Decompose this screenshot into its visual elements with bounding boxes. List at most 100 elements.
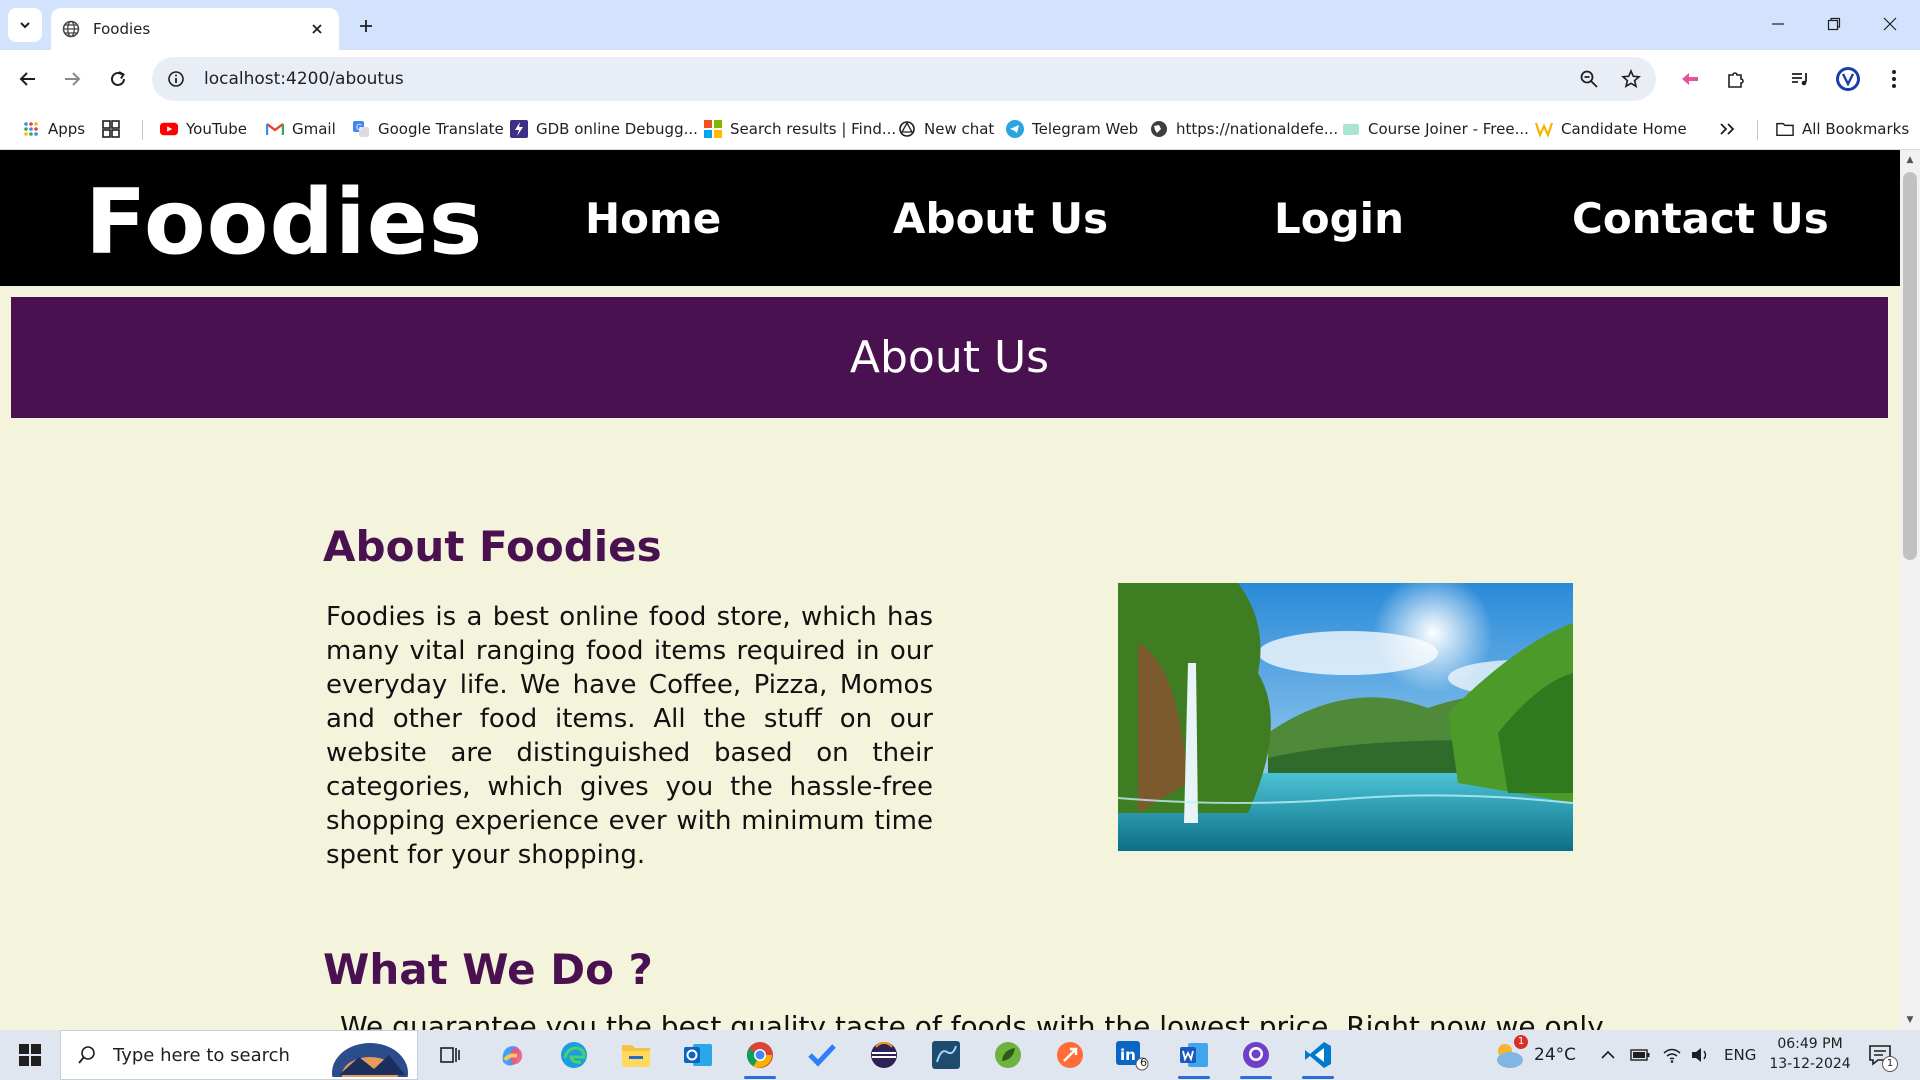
bookmark-label: Telegram Web xyxy=(1032,120,1139,138)
tab-groups-button[interactable] xyxy=(102,116,128,142)
weather-widget[interactable]: 1 24°C xyxy=(1492,1030,1576,1080)
taskbar-github-desktop[interactable] xyxy=(1232,1035,1280,1079)
bookmark-label: Course Joiner - Free... xyxy=(1368,120,1529,138)
gdb-icon xyxy=(510,120,528,138)
waterfall-image xyxy=(1118,583,1573,851)
wifi-indicator[interactable] xyxy=(1662,1030,1682,1080)
scroll-up-arrow-icon[interactable]: ▲ xyxy=(1904,154,1916,166)
copilot-icon xyxy=(502,1046,523,1066)
tab-title: Foodies xyxy=(93,20,151,38)
system-clock[interactable]: 06:49 PM 13-12-2024 xyxy=(1762,1034,1858,1074)
bookmark-google-translate[interactable]: G Google Translate xyxy=(352,116,504,142)
folder-icon xyxy=(1776,120,1794,138)
bookmark-youtube[interactable]: YouTube xyxy=(160,116,247,142)
browser-toolbar: localhost:4200/aboutus xyxy=(0,50,1920,108)
taskbar-search-box[interactable]: Type here to search xyxy=(60,1030,418,1080)
minimize-button[interactable] xyxy=(1750,6,1806,42)
bookmark-star-icon[interactable] xyxy=(1614,62,1648,96)
arrow-right-icon xyxy=(65,72,81,86)
bookmark-search-results[interactable]: Search results | Find... xyxy=(704,116,896,142)
arrow-left-icon xyxy=(19,72,35,86)
bookmark-new-chat[interactable]: New chat xyxy=(898,116,994,142)
start-button[interactable] xyxy=(0,1030,60,1080)
taskbar-linkedin[interactable]: in 6 xyxy=(1108,1035,1156,1075)
browser-menu-icon[interactable] xyxy=(1876,61,1912,97)
taskbar-mysql-workbench[interactable] xyxy=(922,1035,970,1075)
bookmark-label: GDB online Debugg... xyxy=(536,120,698,138)
vscode-icon xyxy=(1305,1042,1331,1068)
restore-button[interactable] xyxy=(1806,6,1862,42)
nav-link-login[interactable]: Login xyxy=(1274,194,1404,243)
close-tab-icon[interactable] xyxy=(307,19,327,39)
scrollbar-thumb[interactable] xyxy=(1903,172,1917,560)
taskbar-eclipse[interactable] xyxy=(860,1035,908,1075)
taskbar-todo[interactable] xyxy=(798,1035,846,1075)
extensions-puzzle-icon[interactable] xyxy=(1718,61,1754,97)
taskbar-vscode[interactable] xyxy=(1294,1035,1342,1079)
spring-leaf-icon xyxy=(995,1042,1021,1068)
browser-tabstrip: Foodies xyxy=(0,0,1920,50)
bookmarks-bar: Apps YouTube Gmail G Google Translate GD… xyxy=(0,108,1920,150)
battery-indicator[interactable] xyxy=(1630,1030,1650,1080)
page-scrollbar[interactable]: ▲ ▼ xyxy=(1900,150,1920,1030)
taskbar-word[interactable] xyxy=(1170,1035,1218,1079)
search-icon xyxy=(78,1046,95,1064)
nav-link-home[interactable]: Home xyxy=(585,194,721,243)
all-bookmarks-button[interactable]: All Bookmarks xyxy=(1776,116,1909,142)
taskbar-chrome[interactable] xyxy=(736,1035,784,1079)
media-controls-icon[interactable] xyxy=(1782,61,1818,97)
github-icon xyxy=(1243,1042,1269,1068)
bookmark-label: Gmail xyxy=(292,120,336,138)
bookmark-label: Candidate Home xyxy=(1561,120,1687,138)
site-info-icon[interactable] xyxy=(162,65,190,93)
profile-avatar-icon[interactable] xyxy=(1830,61,1866,97)
extension-pink-icon[interactable] xyxy=(1672,61,1708,97)
wifi-icon xyxy=(1663,1048,1681,1063)
bookmark-nationaldefe[interactable]: https://nationaldefe... xyxy=(1150,116,1338,142)
taskbar-copilot[interactable] xyxy=(488,1035,536,1075)
task-view-icon xyxy=(440,1047,460,1063)
windows-logo-icon xyxy=(19,1044,41,1066)
bookmark-course-joiner[interactable]: Course Joiner - Free... xyxy=(1342,116,1529,142)
task-view-button[interactable] xyxy=(426,1035,474,1075)
taskbar-postman[interactable] xyxy=(1046,1035,1094,1075)
tab-search-button[interactable] xyxy=(8,8,42,42)
address-bar[interactable]: localhost:4200/aboutus xyxy=(152,57,1656,101)
site-logo[interactable]: Foodies xyxy=(85,170,483,275)
browser-tab-active[interactable]: Foodies xyxy=(51,8,339,50)
taskbar-edge[interactable] xyxy=(550,1035,598,1075)
site-navbar: Foodies Home About Us Login Contact Us xyxy=(0,150,1900,286)
reload-button[interactable] xyxy=(100,61,136,97)
new-tab-button[interactable] xyxy=(352,12,380,40)
candidate-icon xyxy=(1535,120,1553,138)
back-button[interactable] xyxy=(10,61,46,97)
postman-icon xyxy=(1057,1042,1083,1068)
scroll-down-arrow-icon[interactable]: ▼ xyxy=(1904,1014,1916,1026)
show-hidden-icons-button[interactable] xyxy=(1600,1030,1616,1080)
bookmark-gdb[interactable]: GDB online Debugg... xyxy=(510,116,698,142)
bookmark-label: YouTube xyxy=(186,120,247,138)
taskbar-spring-tools[interactable] xyxy=(984,1035,1032,1075)
globe-icon xyxy=(61,19,81,39)
url-text[interactable]: localhost:4200/aboutus xyxy=(204,69,1572,89)
bookmark-apps[interactable]: Apps xyxy=(22,116,85,142)
close-window-button[interactable] xyxy=(1862,6,1918,42)
nav-link-about-us[interactable]: About Us xyxy=(893,194,1108,243)
bookmark-candidate-home[interactable]: Candidate Home xyxy=(1535,116,1687,142)
about-paragraph: Foodies is a best online food store, whi… xyxy=(326,602,933,870)
more-bookmarks-button[interactable] xyxy=(1718,116,1744,142)
clock-date: 13-12-2024 xyxy=(1769,1056,1851,1072)
taskbar-outlook[interactable] xyxy=(674,1035,722,1075)
bookmark-telegram[interactable]: Telegram Web xyxy=(1006,116,1138,142)
bookmark-gmail[interactable]: Gmail xyxy=(266,116,336,142)
nav-link-contact-us[interactable]: Contact Us xyxy=(1572,194,1829,243)
minimize-icon xyxy=(1772,23,1784,25)
close-icon xyxy=(1883,17,1897,31)
forward-button[interactable] xyxy=(54,61,90,97)
volume-indicator[interactable] xyxy=(1690,1030,1710,1080)
zoom-icon[interactable] xyxy=(1572,62,1606,96)
word-icon xyxy=(1180,1043,1208,1067)
taskbar-file-explorer[interactable] xyxy=(612,1035,660,1075)
language-indicator[interactable]: ENG xyxy=(1724,1030,1756,1080)
notification-center-button[interactable]: 1 xyxy=(1868,1030,1898,1080)
